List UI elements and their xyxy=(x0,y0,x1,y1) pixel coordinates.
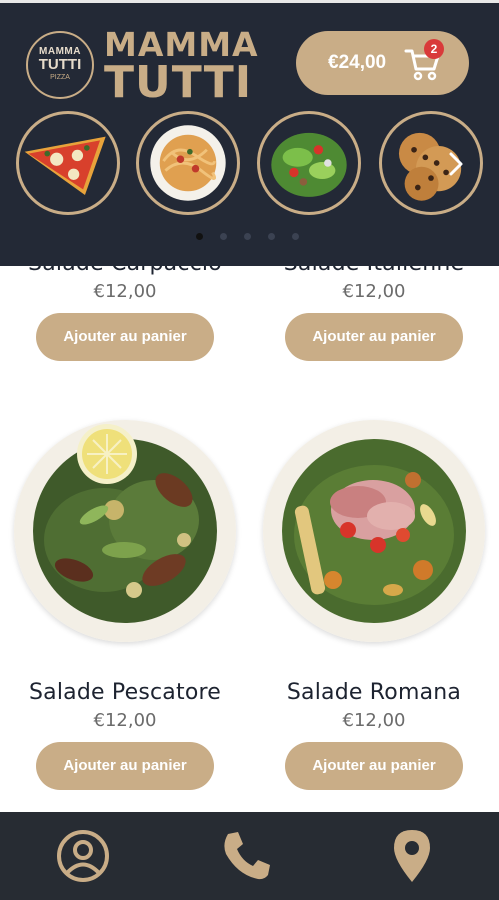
brand-name: MAMMA TUTTI xyxy=(104,27,259,108)
call-button[interactable] xyxy=(216,826,276,886)
add-to-cart-button[interactable]: Ajouter au panier xyxy=(36,313,214,361)
profile-button[interactable] xyxy=(53,826,113,886)
carousel-dot[interactable] xyxy=(244,233,251,240)
category-pasta[interactable] xyxy=(136,111,240,215)
add-to-cart-button[interactable]: Ajouter au panier xyxy=(285,742,463,790)
product-price: €12,00 xyxy=(342,710,406,731)
salad-pescatore-image[interactable] xyxy=(14,420,236,642)
cart-button[interactable]: €24,00 2 xyxy=(296,31,469,95)
carousel-dot[interactable] xyxy=(196,233,203,240)
pizza-icon xyxy=(24,136,106,196)
salad-icon xyxy=(271,132,347,197)
app-header: MAMMA TUTTI PIZZA MAMMA TUTTI €24,00 2 xyxy=(0,0,499,266)
logo-text: TUTTI xyxy=(38,56,82,73)
category-dessert[interactable] xyxy=(379,111,483,215)
phone-icon xyxy=(224,832,270,880)
chevron-right-icon[interactable] xyxy=(446,151,466,177)
logo[interactable]: MAMMA TUTTI PIZZA xyxy=(26,31,94,99)
carousel-dot[interactable] xyxy=(292,233,299,240)
category-pizza[interactable] xyxy=(16,111,120,215)
product-price: €12,00 xyxy=(93,710,157,731)
product-price: €12,00 xyxy=(342,281,406,302)
product-card: Salade Pescatore €12,00 Ajouter au panie… xyxy=(0,678,250,790)
bottom-navigation xyxy=(0,812,499,900)
product-card: Salade Romana €12,00 Ajouter au panier xyxy=(249,678,499,790)
pasta-icon xyxy=(150,125,226,201)
carousel-dot[interactable] xyxy=(220,233,227,240)
location-button[interactable] xyxy=(382,826,442,886)
carousel-dot[interactable] xyxy=(268,233,275,240)
cart-count-badge: 2 xyxy=(424,39,444,59)
product-name: Salade Pescatore xyxy=(29,680,221,705)
salad-romana-image[interactable] xyxy=(263,420,485,642)
brand-line-2: TUTTI xyxy=(104,57,253,108)
cart-total: €24,00 xyxy=(328,52,387,73)
user-icon xyxy=(57,830,109,882)
product-name: Salade Romana xyxy=(286,680,462,705)
product-price: €12,00 xyxy=(93,281,157,302)
add-to-cart-button[interactable]: Ajouter au panier xyxy=(285,313,463,361)
category-salad[interactable] xyxy=(257,111,361,215)
location-icon xyxy=(394,830,430,882)
add-to-cart-button[interactable]: Ajouter au panier xyxy=(36,742,214,790)
logo-text: PIZZA xyxy=(50,74,70,81)
